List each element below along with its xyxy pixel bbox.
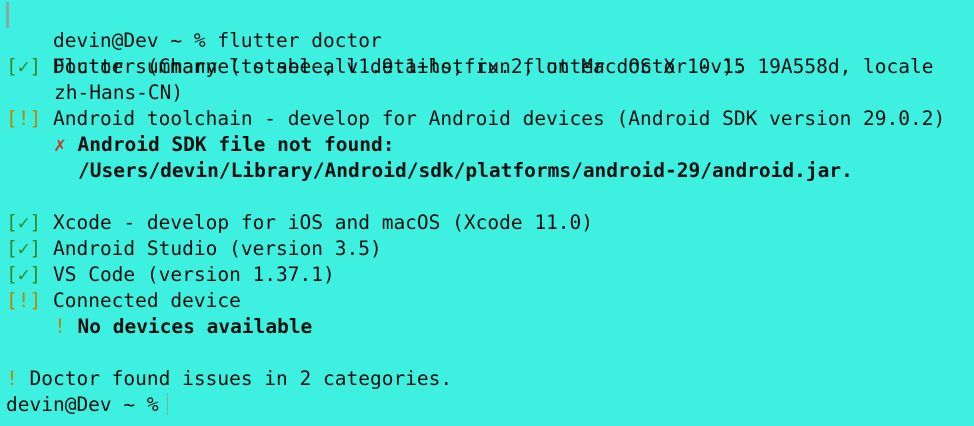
- summary-line: Doctor summary (to see all details, run …: [6, 28, 974, 78]
- check-android-toolchain: [!] Android toolchain - develop for Andr…: [6, 106, 974, 132]
- check-connected-device: [!] Connected device: [6, 288, 974, 314]
- issues-summary-text: Doctor found issues in 2 categories.: [29, 367, 453, 390]
- status-ok: [✓]: [6, 263, 42, 286]
- command-line: devin@Dev ~ % flutter doctor: [6, 2, 974, 52]
- error-icon: ✗: [54, 133, 66, 156]
- prompt-line[interactable]: devin@Dev ~ %: [6, 392, 974, 418]
- check-xcode: [✓] Xcode - develop for iOS and macOS (X…: [6, 210, 974, 236]
- issues-summary-line: ! Doctor found issues in 2 categories.: [6, 366, 974, 392]
- warning-icon: !: [6, 367, 18, 390]
- warning-icon: !: [54, 315, 66, 338]
- check-text: Connected device: [52, 289, 241, 312]
- error-android-sdk: ✗ Android SDK file not found:: [6, 132, 974, 158]
- check-flutter-continued: zh-Hans-CN): [6, 80, 974, 106]
- error-text: Android SDK file not found:: [77, 133, 395, 156]
- error-path-text: /Users/devin/Library/Android/sdk/platfor…: [78, 159, 853, 182]
- status-ok: [✓]: [6, 237, 42, 260]
- check-flutter: [✓] Flutter (Channel stable, v1.9.1+hotf…: [6, 54, 974, 80]
- terminal-window[interactable]: devin@Dev ~ % flutter doctor Doctor summ…: [0, 0, 974, 426]
- check-text: Flutter (Channel stable, v1.9.1+hotfix.2…: [52, 55, 934, 78]
- check-android-studio: [✓] Android Studio (version 3.5): [6, 236, 974, 262]
- status-ok: [✓]: [6, 211, 42, 234]
- error-android-sdk-path: /Users/devin/Library/Android/sdk/platfor…: [6, 158, 974, 184]
- check-text: Xcode - develop for iOS and macOS (Xcode…: [52, 211, 594, 234]
- check-text: Android Studio (version 3.5): [52, 237, 382, 260]
- check-text: Android toolchain - develop for Android …: [52, 107, 946, 130]
- status-warning: [!]: [6, 107, 42, 130]
- prompt-text: devin@Dev ~ %: [6, 393, 159, 416]
- status-ok: [✓]: [6, 55, 42, 78]
- check-vscode: [✓] VS Code (version 1.37.1): [6, 262, 974, 288]
- check-text-continued: zh-Hans-CN): [54, 81, 184, 104]
- check-text: VS Code (version 1.37.1): [52, 263, 335, 286]
- warning-no-devices: ! No devices available: [6, 314, 974, 340]
- text-cursor: [166, 393, 168, 415]
- warning-text: No devices available: [77, 315, 313, 338]
- status-warning: [!]: [6, 289, 42, 312]
- selection-marker: [6, 2, 9, 28]
